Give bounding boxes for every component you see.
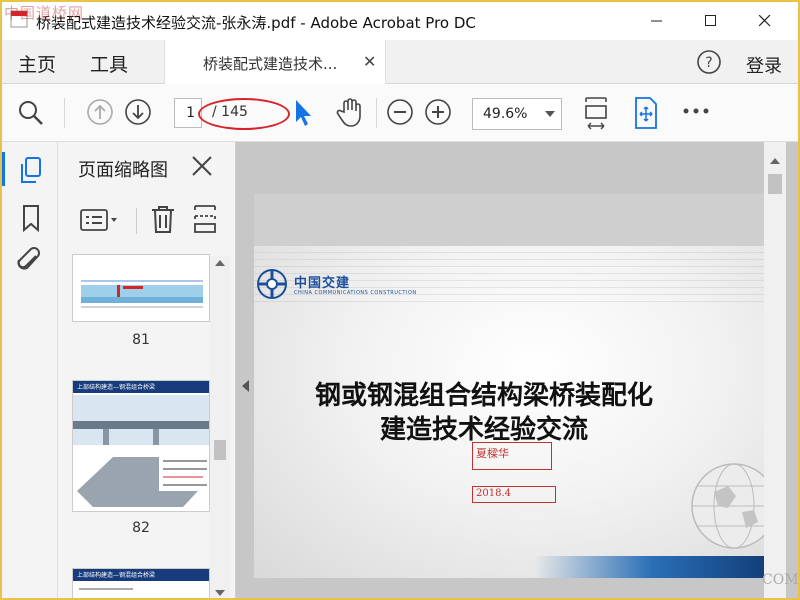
thumbnail-heading: 上部结构建造—钢混组合桥梁: [77, 572, 156, 579]
scroll-thumb[interactable]: [768, 174, 782, 194]
more-options-icon[interactable]: [682, 106, 710, 116]
fit-width-icon[interactable]: [582, 96, 610, 132]
menu-tools[interactable]: 工具: [90, 50, 128, 77]
tab-bar: 主页 工具 桥装配式建造技术... ✕ ? 登录: [2, 40, 798, 84]
chevron-down-icon: [545, 111, 555, 117]
minimize-button[interactable]: [634, 2, 680, 40]
toolbar-divider: [136, 208, 137, 234]
scroll-thumb[interactable]: [214, 440, 226, 460]
maximize-button[interactable]: [688, 2, 734, 40]
window-title: 桥装配式建造技术经验交流-张永涛.pdf - Adobe Acrobat Pro…: [36, 14, 476, 32]
slide-title: 钢或钢混组合结构梁桥装配化 建造技术经验交流: [254, 379, 714, 447]
thumbnail-image: [73, 381, 209, 511]
title-bar: 桥装配式建造技术经验交流-张永涛.pdf - Adobe Acrobat Pro…: [2, 2, 798, 40]
select-tool-icon[interactable]: [292, 98, 314, 128]
close-panel-icon[interactable]: [190, 154, 214, 178]
pdf-page: 中国交建 CHINA COMMUNICATIONS CONSTRUCTION 钢…: [254, 194, 764, 578]
zoom-value: 49.6%: [483, 106, 528, 122]
full-screen-icon[interactable]: [632, 96, 660, 130]
navigation-rail: [2, 142, 58, 598]
attachment-icon[interactable]: [16, 246, 44, 276]
toolbar-divider: [376, 98, 377, 128]
thumbnail-page-82[interactable]: 上部结构建造—钢混组合桥梁: [72, 380, 210, 512]
logo-subtitle: CHINA COMMUNICATIONS CONSTRUCTION: [294, 290, 417, 296]
document-scrollbar[interactable]: [764, 142, 786, 598]
trash-icon[interactable]: [150, 204, 176, 234]
zoom-out-icon[interactable]: [386, 98, 414, 126]
svg-text:?: ?: [705, 55, 712, 71]
page-header-band: [254, 194, 764, 246]
thumbnail-heading: 上部结构建造—钢混组合桥梁: [77, 384, 156, 391]
extract-pages-icon[interactable]: [192, 204, 218, 234]
thumbnail-scrollbar[interactable]: [210, 256, 230, 598]
document-tab-label: 桥装配式建造技术...: [203, 55, 338, 73]
menu-home[interactable]: 主页: [18, 50, 56, 77]
site-watermark: 中国道桥网: [4, 4, 85, 22]
maximize-icon: [705, 15, 716, 26]
zoom-dropdown[interactable]: 49.6%: [472, 98, 562, 130]
previous-page-icon[interactable]: [86, 98, 114, 126]
panel-toolbar: [58, 198, 236, 238]
thumbnails-panel: 页面缩略图 81 上部结构建造—钢混组合桥梁 82 上部结构建造—钢混组合桥梁: [58, 142, 236, 598]
hand-tool-icon[interactable]: [336, 96, 366, 128]
slide-title-line-1: 钢或钢混组合结构梁桥装配化: [314, 381, 653, 411]
scroll-up-arrow[interactable]: [215, 260, 225, 266]
scroll-down-arrow[interactable]: [215, 590, 225, 596]
thumbnail-page-label: 82: [132, 520, 150, 536]
panel-title: 页面缩略图: [78, 160, 168, 181]
options-menu-icon[interactable]: [80, 208, 120, 232]
page-thumbnails-icon[interactable]: [18, 156, 44, 186]
scroll-up-arrow[interactable]: [770, 158, 780, 164]
previous-page-arrow[interactable]: [242, 380, 249, 392]
thumbnail-page-label: 81: [132, 332, 150, 348]
toolbar-divider: [64, 98, 65, 128]
thumbnail-page-81[interactable]: [72, 254, 210, 322]
red-annotation-ellipse: [198, 98, 290, 130]
tab-close-button[interactable]: ✕: [363, 52, 376, 71]
thumbnail-image: [73, 255, 209, 321]
document-view[interactable]: 中国交建 CHINA COMMUNICATIONS CONSTRUCTION 钢…: [236, 142, 798, 598]
minimize-icon: [651, 20, 662, 22]
thumbnail-page-83[interactable]: 上部结构建造—钢混组合桥梁: [72, 568, 210, 598]
author-field: 夏樑华: [472, 442, 552, 470]
page-footer-band: [254, 556, 764, 578]
close-icon: [759, 15, 771, 27]
close-window-button[interactable]: [742, 2, 788, 40]
help-icon[interactable]: ?: [696, 49, 722, 75]
corner-watermark: COM: [762, 572, 799, 588]
date-field: 2018.4: [472, 486, 556, 503]
acrobat-window: 桥装配式建造技术经验交流-张永涛.pdf - Adobe Acrobat Pro…: [0, 0, 800, 600]
active-indicator: [2, 152, 5, 186]
document-tab[interactable]: 桥装配式建造技术... ✕: [164, 40, 386, 84]
logo-text: 中国交建: [294, 276, 351, 291]
main-toolbar: 1 / 145 49.6%: [2, 84, 798, 142]
next-page-icon[interactable]: [124, 98, 152, 126]
login-button[interactable]: 登录: [746, 52, 782, 78]
bookmark-icon[interactable]: [20, 204, 42, 232]
zoom-in-icon[interactable]: [424, 98, 452, 126]
search-icon[interactable]: [16, 98, 46, 128]
